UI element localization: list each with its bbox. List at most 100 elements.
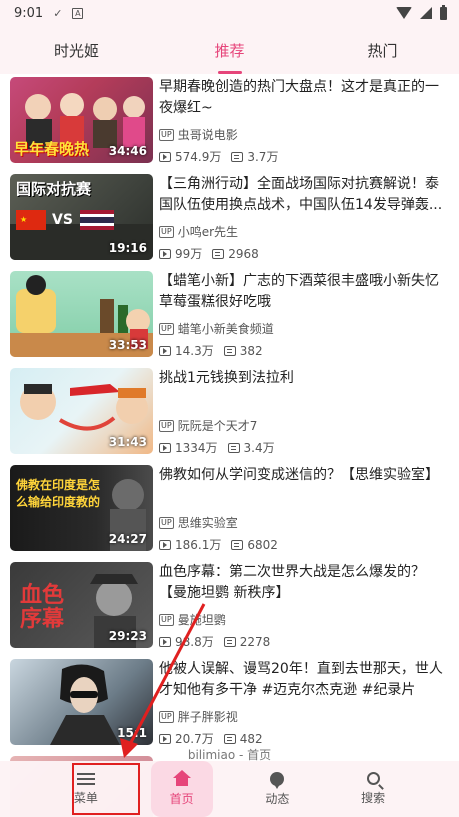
a-icon: A — [72, 7, 84, 19]
video-duration: 29:23 — [108, 629, 147, 643]
video-info: 【三角洲行动】全面战场国际对抗赛解说！泰国队伍使用换点战术，中国队伍14发导弹轰… — [153, 174, 451, 268]
uploader-name: 思维实验室 — [177, 516, 238, 530]
video-item[interactable]: ★ VS 国际对抗赛 19:16 【三角洲行动】全面战场国际对抗赛解说！泰国队伍… — [0, 171, 459, 268]
up-badge-icon: UP — [159, 322, 174, 335]
uploader-row[interactable]: UP 阮阮是个天才7 — [159, 417, 451, 434]
video-duration: 34:46 — [108, 144, 147, 158]
play-count-icon — [159, 345, 171, 356]
play-count-icon — [159, 733, 171, 744]
video-thumbnail[interactable]: 血色序幕 29:23 — [10, 562, 153, 648]
video-info: 早期春晚创造的热门大盘点！这才是真正的一夜爆红~ UP 虫哥说电影 574.9万… — [153, 77, 451, 171]
video-duration: 33:53 — [108, 338, 147, 352]
video-thumbnail[interactable]: ★ VS 国际对抗赛 19:16 — [10, 174, 153, 260]
uploader-row[interactable]: UP 胖子胖影视 — [159, 708, 451, 725]
tab-time-machine[interactable]: 时光姬 — [0, 26, 153, 74]
danmaku-icon — [223, 636, 236, 647]
video-title[interactable]: 他被人误解、谩骂20年！直到去世那天，世人才知他有多干净 #迈克尔杰克逊 #纪录… — [159, 659, 451, 701]
stats-row: 186.1万 6802 — [159, 536, 451, 553]
danmaku-count: 2278 — [239, 634, 271, 649]
up-badge-icon: UP — [159, 710, 174, 723]
uploader-row[interactable]: UP 蜡笔小新美食频道 — [159, 320, 451, 337]
view-count: 20.7万 — [175, 732, 214, 746]
video-title[interactable]: 【三角洲行动】全面战场国际对抗赛解说！泰国队伍使用换点战术，中国队伍14发导弹轰… — [159, 174, 451, 216]
view-count: 98.8万 — [175, 635, 214, 649]
nav-label: 搜索 — [361, 791, 386, 805]
video-title[interactable]: 佛教如何从学问变成迷信的？【思维实验室】 — [159, 465, 451, 507]
svg-text:★: ★ — [20, 215, 27, 224]
status-time: 9:01 — [14, 5, 44, 21]
video-title[interactable]: 早期春晚创造的热门大盘点！这才是真正的一夜爆红~ — [159, 77, 451, 119]
video-item[interactable]: 早年春晚热 34:46 早期春晚创造的热门大盘点！这才是真正的一夜爆红~ UP … — [0, 74, 459, 171]
danmaku-icon — [223, 345, 236, 356]
uploader-row[interactable]: UP 虫哥说电影 — [159, 126, 451, 143]
status-bar: 9:01 ✓ A — [0, 0, 459, 26]
uploader-row[interactable]: UP 思维实验室 — [159, 514, 451, 531]
nav-label: 动态 — [265, 791, 290, 806]
play-count-icon — [159, 248, 171, 259]
video-feed[interactable]: 早年春晚热 34:46 早期春晚创造的热门大盘点！这才是真正的一夜爆红~ UP … — [0, 74, 459, 817]
stats-row: 20.7万 482 — [159, 730, 451, 747]
thumbnail-caption: 国际对抗赛 — [16, 180, 92, 198]
video-title[interactable]: 挑战1元钱换到法拉利 — [159, 368, 451, 410]
view-count: 574.9万 — [175, 150, 222, 164]
stats-row: 574.9万 3.7万 — [159, 148, 451, 165]
video-thumbnail[interactable]: 31:43 — [10, 368, 153, 454]
video-info: 血色序幕：第二次世界大战是怎么爆发的？【曼施坦鹦 新秩序】 UP 曼施坦鹦 98… — [153, 562, 451, 656]
thumbnail-caption: 早年春晚热 — [14, 140, 90, 158]
view-count: 186.1万 — [175, 538, 222, 552]
uploader-name: 小鸣er先生 — [177, 225, 239, 239]
play-count-icon — [159, 151, 171, 162]
video-thumbnail[interactable]: 33:53 — [10, 271, 153, 357]
video-thumbnail[interactable]: 佛教在印度是怎么输给印度教的 24:27 — [10, 465, 153, 551]
video-duration: 15:1 — [117, 726, 147, 740]
video-info: 【蜡笔小新】广志的下酒菜很丰盛哦小新失忆草莓蛋糕很好吃哦 UP 蜡笔小新美食频道… — [153, 271, 451, 365]
tab-recommend[interactable]: 推荐 — [153, 26, 306, 74]
battery-icon — [440, 4, 447, 20]
tab-hot[interactable]: 热门 — [306, 26, 459, 74]
video-title[interactable]: 血色序幕：第二次世界大战是怎么爆发的？【曼施坦鹦 新秩序】 — [159, 562, 451, 604]
uploader-name: 阮阮是个天才7 — [177, 419, 258, 433]
video-item[interactable]: 31:43 挑战1元钱换到法拉利 UP 阮阮是个天才7 1334万 3.4万 — [0, 365, 459, 462]
video-item[interactable]: 佛教在印度是怎么输给印度教的 24:27 佛教如何从学问变成迷信的？【思维实验室… — [0, 462, 459, 559]
uploader-row[interactable]: UP 曼施坦鹦 — [159, 611, 451, 628]
annotation-highlight-box — [72, 763, 140, 815]
video-duration: 31:43 — [108, 435, 147, 449]
nav-search[interactable]: 搜索 — [342, 761, 404, 817]
play-count-icon — [159, 636, 171, 647]
search-icon — [366, 772, 380, 785]
top-tabs: 时光姬 推荐 热门 — [0, 26, 459, 74]
uploader-row[interactable]: UP 小鸣er先生 — [159, 223, 451, 240]
video-thumbnail[interactable]: 早年春晚热 34:46 — [10, 77, 153, 163]
nav-dynamic[interactable]: 动态 — [246, 761, 308, 817]
view-count: 99万 — [175, 247, 203, 261]
video-item[interactable]: 血色序幕 29:23 血色序幕：第二次世界大战是怎么爆发的？【曼施坦鹦 新秩序】… — [0, 559, 459, 656]
nav-home[interactable]: 首页 — [150, 761, 213, 817]
danmaku-icon — [231, 539, 244, 550]
svg-text:VS: VS — [52, 212, 73, 228]
bottom-nav: 菜单 首页 动态 搜索 — [0, 761, 459, 817]
thumbnail-caption: 佛教在印度是怎么输给印度教的 — [16, 478, 101, 509]
danmaku-count: 382 — [239, 343, 263, 358]
wifi-icon — [396, 7, 412, 19]
video-info: 佛教如何从学问变成迷信的？【思维实验室】 UP 思维实验室 186.1万 680… — [153, 465, 451, 559]
video-item[interactable]: 33:53 【蜡笔小新】广志的下酒菜很丰盛哦小新失忆草莓蛋糕很好吃哦 UP 蜡笔… — [0, 268, 459, 365]
stats-row: 98.8万 2278 — [159, 633, 451, 650]
view-count: 1334万 — [175, 441, 218, 455]
video-item[interactable]: 15:1 他被人误解、谩骂20年！直到去世那天，世人才知他有多干净 #迈克尔杰克… — [0, 656, 459, 753]
nav-label: 首页 — [169, 792, 194, 806]
video-duration: 24:27 — [108, 532, 147, 546]
play-count-icon — [159, 539, 171, 550]
danmaku-count: 2968 — [228, 246, 259, 261]
danmaku-icon — [227, 442, 240, 453]
dynamic-icon — [270, 771, 285, 789]
play-count-icon — [159, 442, 171, 453]
video-thumbnail[interactable]: 15:1 — [10, 659, 153, 745]
up-badge-icon: UP — [159, 128, 174, 141]
home-icon — [172, 770, 191, 786]
video-info: 挑战1元钱换到法拉利 UP 阮阮是个天才7 1334万 3.4万 — [153, 368, 451, 462]
tab-label: 推荐 — [214, 41, 245, 60]
video-title[interactable]: 【蜡笔小新】广志的下酒菜很丰盛哦小新失忆草莓蛋糕很好吃哦 — [159, 271, 451, 313]
danmaku-count: 482 — [239, 731, 263, 746]
stats-row: 99万 2968 — [159, 245, 451, 262]
up-badge-icon: UP — [159, 225, 174, 238]
